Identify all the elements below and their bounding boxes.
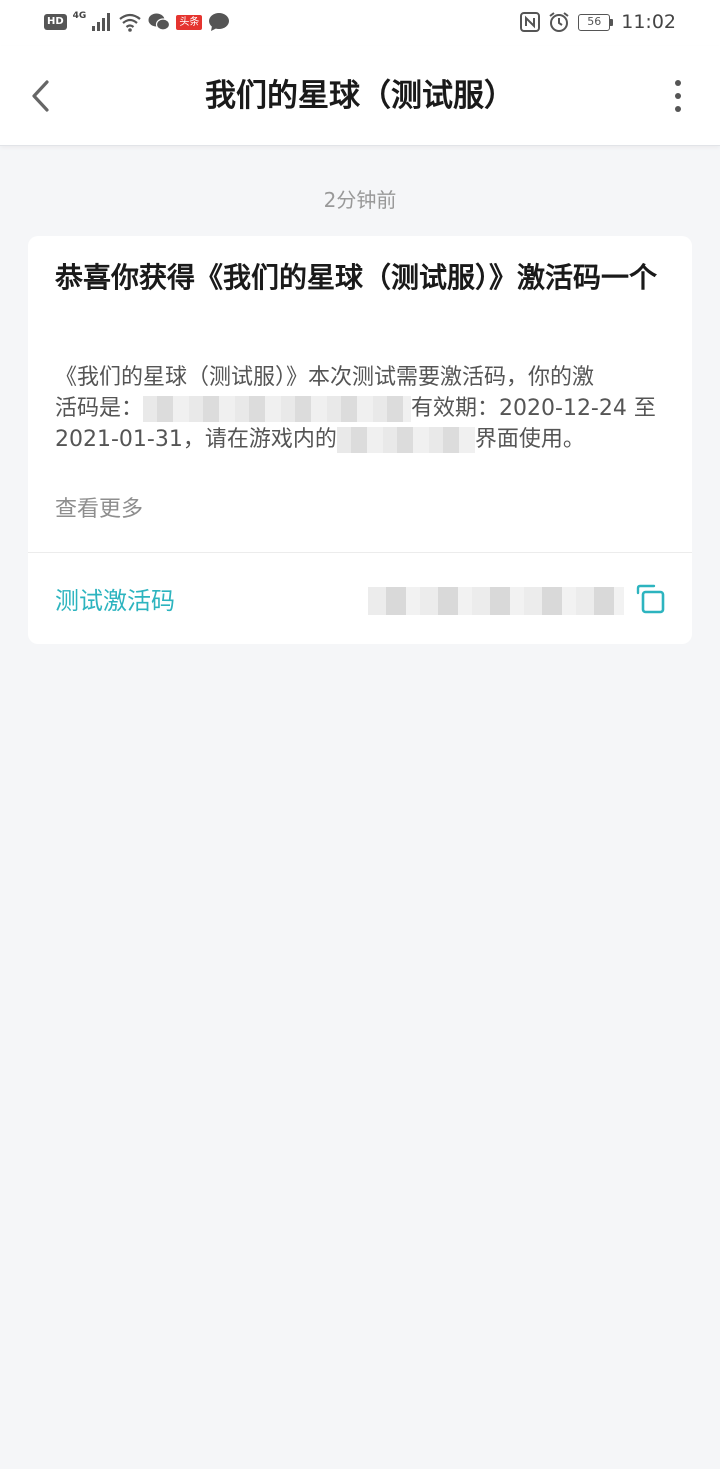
activation-code-label: 测试激活码 <box>55 587 175 615</box>
status-time: 11:02 <box>621 11 676 33</box>
message-timestamp: 2分钟前 <box>323 188 397 212</box>
status-bar: HD 4G 头条 56 11:02 <box>0 0 720 46</box>
status-right-icons: 56 11:02 <box>520 10 676 34</box>
network-type-label: 4G <box>72 11 87 21</box>
card-divider <box>28 552 692 553</box>
see-more-link[interactable]: 查看更多 <box>55 494 143 526</box>
body-line: 2021-01-31，请在游戏内的 界面使用。 <box>55 424 669 455</box>
battery-tip <box>610 18 614 26</box>
message-body: 《我们的星球（测试服）》本次测试需要激活码，你的激 活码是： 有效期：2020-1… <box>55 362 669 455</box>
body-text: 2021-01-31，请在游戏内的 <box>55 427 337 452</box>
back-chevron-icon[interactable] <box>22 76 62 116</box>
status-left-icons: HD 4G 头条 <box>44 10 230 34</box>
message-icon <box>209 13 230 31</box>
body-text: 《我们的星球（测试服）》本次测试需要激活码，你的激 <box>55 365 595 390</box>
wechat-icon <box>148 13 171 31</box>
hd-icon: HD <box>44 14 67 30</box>
nfc-icon <box>520 12 541 32</box>
body-text: 活码是： <box>55 396 144 421</box>
wifi-icon <box>119 13 142 32</box>
body-line: 《我们的星球（测试服）》本次测试需要激活码，你的激 <box>55 362 669 393</box>
signal-icon <box>92 13 111 31</box>
battery-icon: 56 <box>578 13 614 31</box>
battery-level: 56 <box>578 13 611 31</box>
body-line: 活码是： 有效期：2020-12-24 至 <box>55 393 669 424</box>
alarm-icon <box>549 12 569 32</box>
more-vertical-icon[interactable] <box>670 76 686 116</box>
page-title: 我们的星球（测试服） <box>205 78 515 114</box>
more-dot <box>675 106 681 112</box>
more-dot <box>675 80 681 86</box>
message-title: 恭喜你获得《我们的星球（测试服）》激活码一个 <box>55 261 658 294</box>
more-dot <box>675 93 681 99</box>
activation-code-value-redacted <box>368 587 624 615</box>
news-app-badge: 头条 <box>176 14 203 30</box>
body-text: 界面使用。 <box>474 427 585 452</box>
body-text: 有效期：2020-12-24 至 <box>411 396 656 421</box>
copy-icon[interactable] <box>632 584 668 616</box>
redacted-code <box>143 396 412 422</box>
message-card: 恭喜你获得《我们的星球（测试服）》激活码一个 《我们的星球（测试服）》本次测试需… <box>28 236 692 644</box>
nav-bar: 我们的星球（测试服） <box>0 46 720 146</box>
redacted-text <box>336 427 475 453</box>
